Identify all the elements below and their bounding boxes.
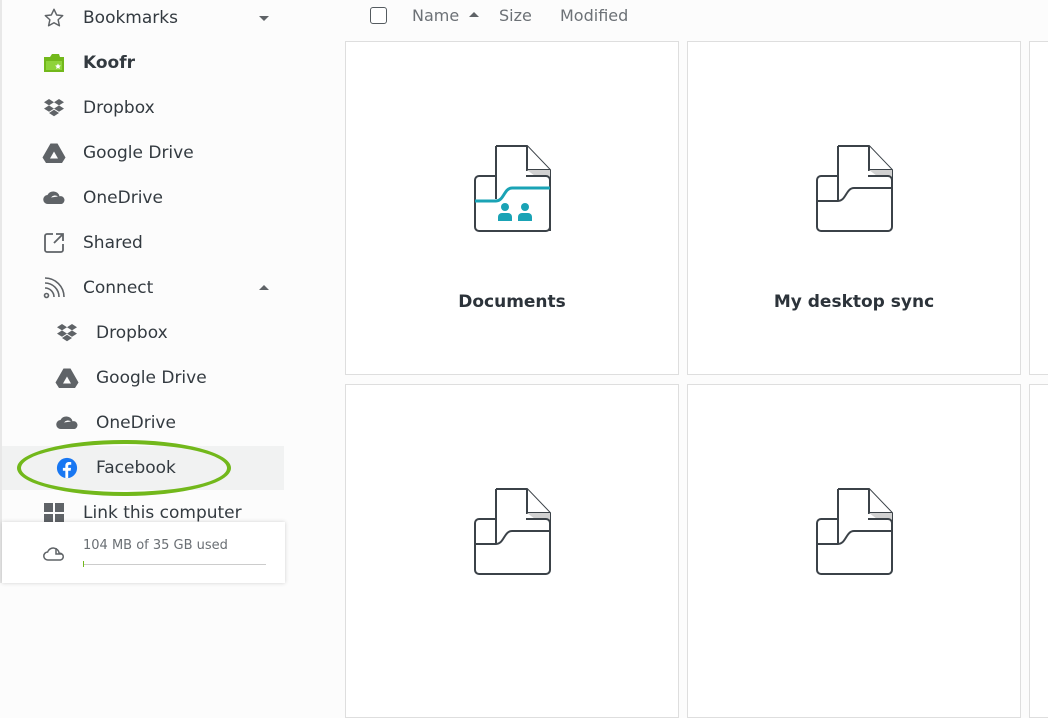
file-card[interactable] <box>687 384 1021 718</box>
sidebar-item-label: Dropbox <box>96 323 168 343</box>
shared-icon <box>42 231 66 255</box>
sidebar-item-label: OneDrive <box>96 413 176 433</box>
star-icon <box>42 6 66 30</box>
sidebar-item-koofr[interactable]: Koofr <box>2 41 284 85</box>
sidebar-item-onedrive[interactable]: OneDrive <box>2 176 284 220</box>
sort-by-size[interactable]: Size <box>499 6 532 25</box>
file-card-documents[interactable]: Documents <box>345 41 679 375</box>
connect-item-dropbox[interactable]: Dropbox <box>2 311 284 355</box>
caret-down-icon[interactable] <box>258 12 270 24</box>
sidebar-item-label: OneDrive <box>83 188 163 208</box>
file-card[interactable] <box>345 384 679 718</box>
caret-up-icon[interactable] <box>258 282 270 294</box>
storage-usage: 104 MB of 35 GB used <box>2 522 285 583</box>
connect-icon <box>42 276 66 300</box>
sidebar-item-label: Google Drive <box>83 143 194 163</box>
file-card-my-desktop-sync[interactable]: My desktop sync <box>687 41 1021 375</box>
file-name: Documents <box>458 292 566 312</box>
connect-item-google-drive[interactable]: Google Drive <box>2 356 284 400</box>
file-name: My desktop sync <box>773 292 935 312</box>
sort-asc-icon <box>469 12 480 17</box>
facebook-icon <box>55 456 79 480</box>
sort-by-name[interactable]: Name <box>412 6 480 25</box>
column-label: Name <box>412 6 460 25</box>
file-card[interactable] <box>1029 384 1048 718</box>
sidebar: Bookmarks Koofr Dropbox Google Drive One… <box>0 0 285 583</box>
sidebar-item-dropbox[interactable]: Dropbox <box>2 86 284 130</box>
folder-icon <box>474 488 552 576</box>
cloud-usage-icon <box>42 543 66 567</box>
koofr-icon <box>42 51 66 75</box>
file-card[interactable] <box>1029 41 1048 375</box>
sidebar-item-label: Koofr <box>83 53 136 73</box>
onedrive-icon <box>42 186 66 210</box>
connect-item-onedrive[interactable]: OneDrive <box>2 401 284 445</box>
folder-icon <box>816 145 894 233</box>
sidebar-item-shared[interactable]: Shared <box>2 221 284 265</box>
shared-folder-icon <box>474 145 551 232</box>
dropbox-icon <box>55 321 79 345</box>
sidebar-item-bookmarks[interactable]: Bookmarks <box>2 0 284 40</box>
sidebar-item-connect[interactable]: Connect <box>2 266 284 310</box>
folder-icon <box>816 488 894 576</box>
sidebar-item-label: Dropbox <box>83 98 155 118</box>
sidebar-item-label: Connect <box>83 278 154 298</box>
sidebar-item-label: Facebook <box>96 458 176 478</box>
dropbox-icon <box>42 96 66 120</box>
sidebar-item-label: Bookmarks <box>83 8 178 28</box>
connect-item-facebook[interactable]: Facebook <box>2 446 284 490</box>
storage-bar-fill <box>83 561 84 567</box>
sidebar-item-google-drive[interactable]: Google Drive <box>2 131 284 175</box>
sidebar-item-label: Google Drive <box>96 368 207 388</box>
storage-bar <box>83 561 266 567</box>
google-drive-icon <box>55 366 79 390</box>
file-list-toolbar: Name Size Modified <box>345 0 1045 32</box>
storage-text: 104 MB of 35 GB used <box>83 538 228 553</box>
sort-by-modified[interactable]: Modified <box>560 6 628 25</box>
select-all-checkbox[interactable] <box>370 7 387 24</box>
sidebar-item-label: Link this computer <box>83 503 242 523</box>
google-drive-icon <box>42 141 66 165</box>
onedrive-icon <box>55 411 79 435</box>
sidebar-item-label: Shared <box>83 233 143 253</box>
